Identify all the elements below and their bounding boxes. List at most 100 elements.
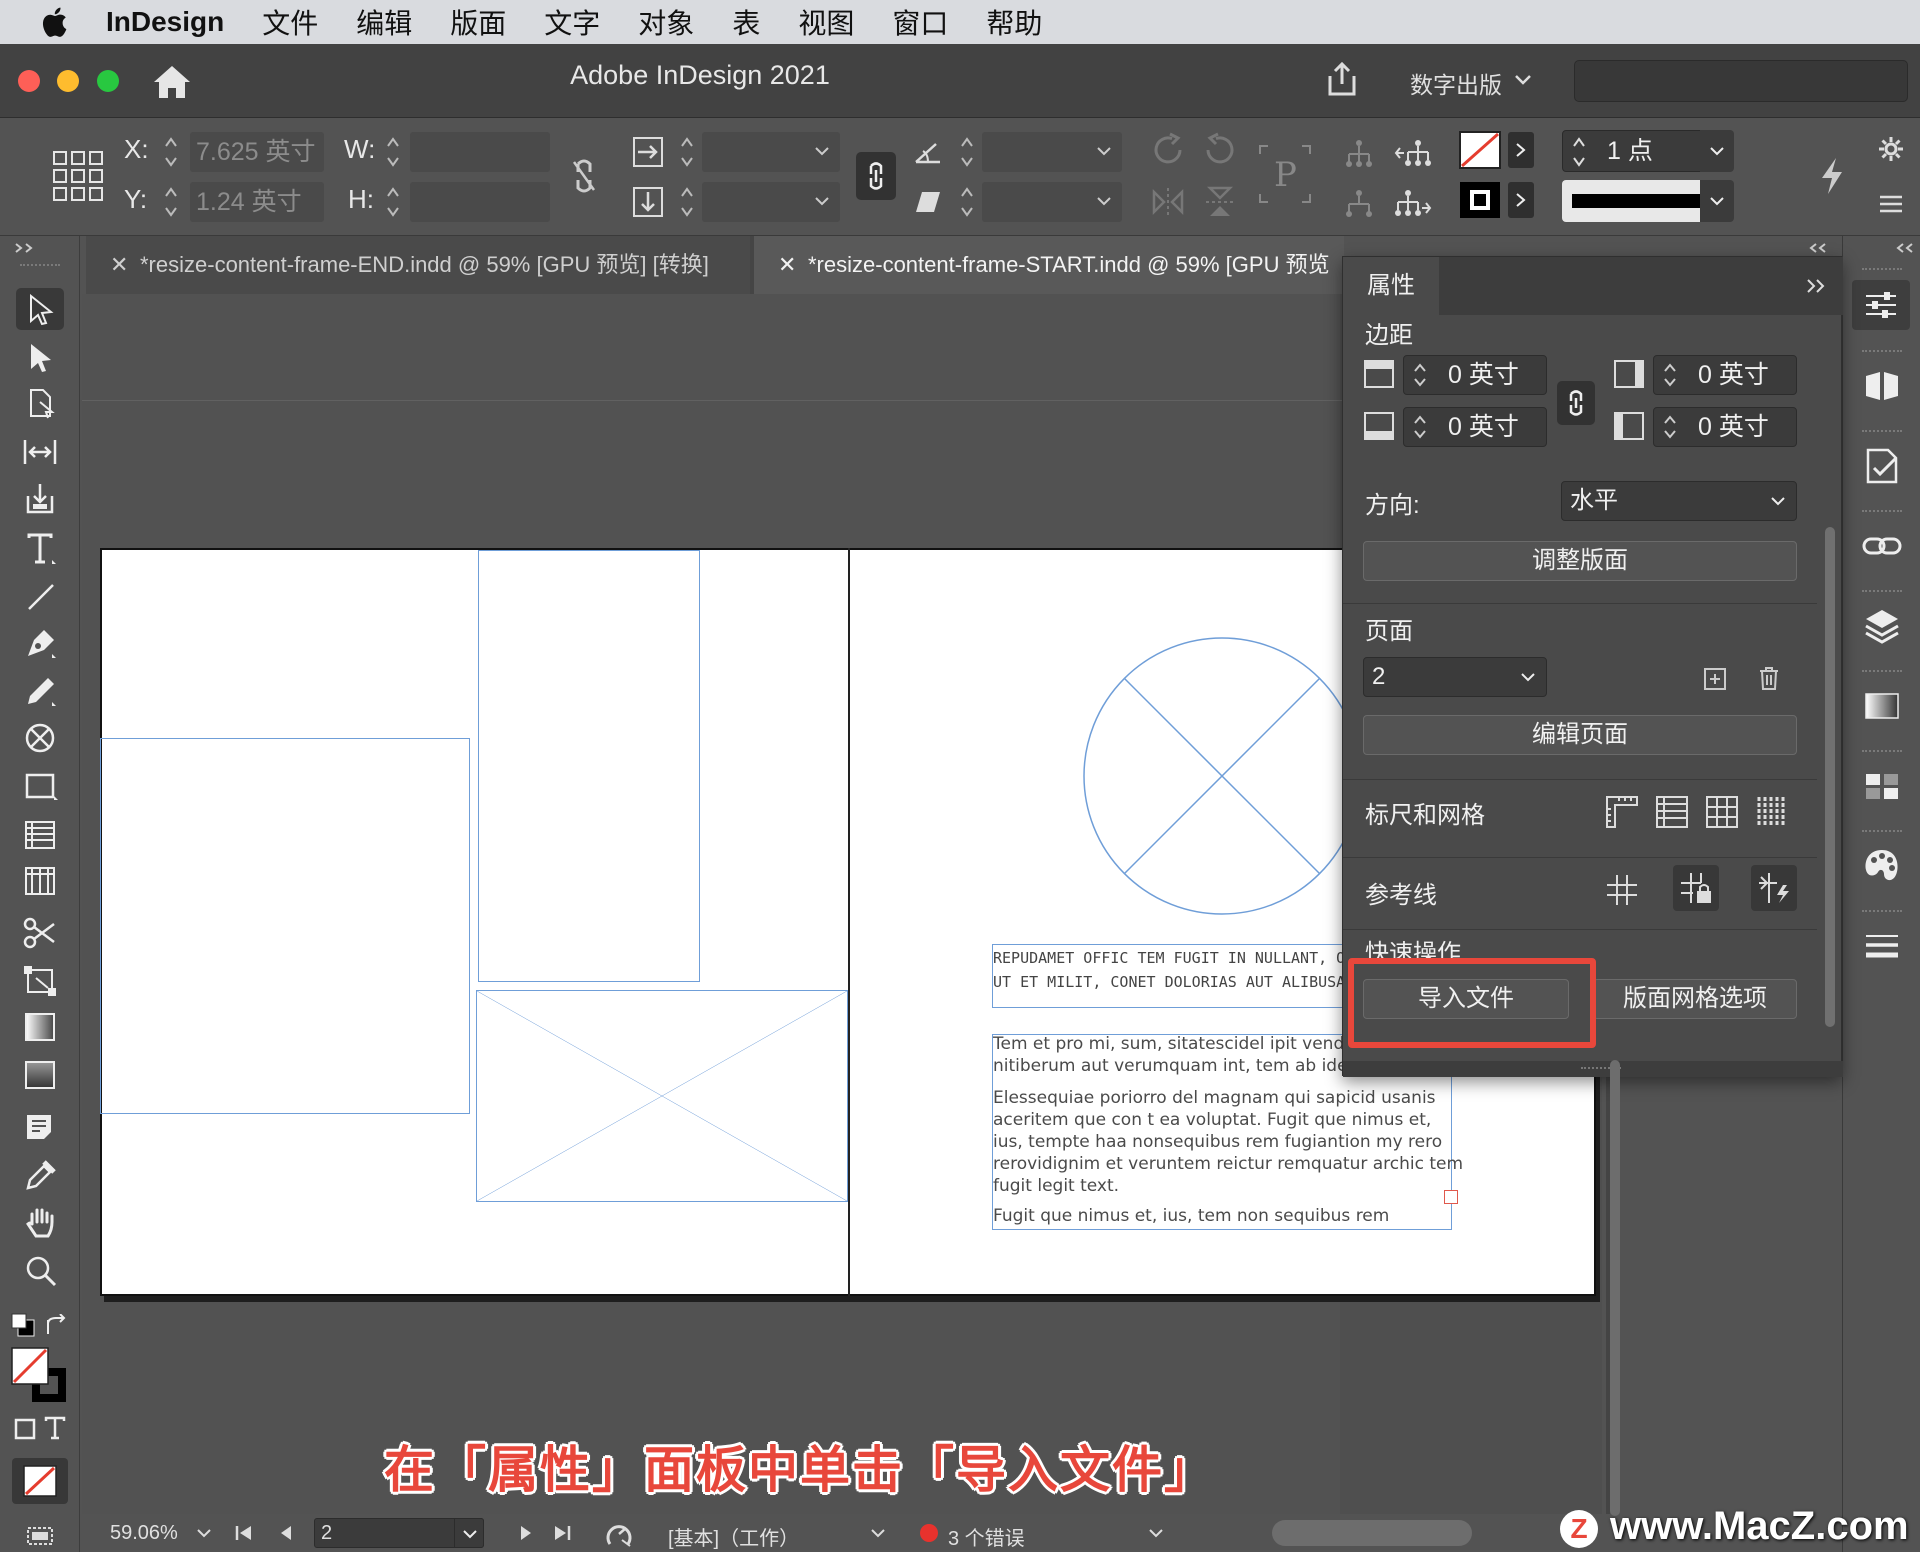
right-margin-stepper-icon[interactable] — [1663, 361, 1677, 389]
shear-angle-icon[interactable] — [914, 188, 942, 216]
select-container-icon[interactable] — [1344, 138, 1374, 168]
constrain-proportions-icon[interactable] — [568, 156, 600, 196]
stroke-swatch-black-icon[interactable] — [1458, 180, 1502, 220]
adjust-layout-button[interactable]: 调整版面 — [1363, 541, 1797, 581]
x-field[interactable]: 7.625 英寸 — [190, 132, 324, 172]
direct-selection-tool[interactable] — [16, 336, 64, 378]
collapse-panel-icon[interactable] — [1808, 242, 1828, 254]
links-panel-icon[interactable] — [1862, 526, 1902, 566]
scissors-tool[interactable] — [16, 912, 64, 954]
vertical-grid-tool[interactable] — [16, 860, 64, 902]
panel-grip[interactable] — [1862, 350, 1902, 354]
h-field[interactable] — [410, 182, 550, 222]
pencil-tool[interactable] — [16, 670, 64, 712]
panel-grip[interactable] — [1862, 910, 1902, 914]
last-page-icon[interactable] — [552, 1524, 572, 1542]
left-margin-stepper-icon[interactable] — [1663, 413, 1677, 441]
stroke-type-dropdown[interactable] — [1700, 180, 1734, 222]
gear-icon[interactable] — [1878, 136, 1904, 162]
panel-grip[interactable] — [1862, 430, 1902, 434]
y-stepper-icon[interactable] — [164, 184, 178, 220]
gap-tool[interactable] — [16, 430, 64, 472]
tab-resize-start[interactable]: ✕ *resize-content-frame-START.indd @ 59% … — [754, 236, 1344, 294]
screen-mode-icon[interactable] — [24, 1522, 56, 1548]
scale-x-stepper-icon[interactable] — [680, 134, 694, 170]
gradient-panel-icon[interactable] — [1862, 686, 1902, 726]
previous-page-icon[interactable] — [278, 1524, 294, 1542]
overset-text-icon[interactable] — [1444, 1190, 1458, 1204]
reference-point-icon[interactable] — [52, 150, 104, 202]
collapse-panel-icon[interactable] — [1805, 277, 1827, 295]
h-stepper-icon[interactable] — [386, 184, 400, 220]
image-placeholder-frame[interactable] — [476, 990, 848, 1202]
bottom-margin-stepper-icon[interactable] — [1413, 413, 1427, 441]
menu-edit[interactable]: 编辑 — [356, 2, 412, 42]
content-collector-tool[interactable] — [16, 476, 64, 518]
layout-grid-icon[interactable] — [1755, 795, 1789, 829]
rotate-stepper-icon[interactable] — [960, 134, 974, 170]
menu-view[interactable]: 视图 — [798, 2, 854, 42]
fill-swatch-none-icon[interactable] — [1458, 130, 1502, 170]
stroke-swatch-menu-button[interactable] — [1508, 182, 1534, 218]
fill-swatch-menu-button[interactable] — [1508, 132, 1534, 168]
vertical-scrollbar-thumb[interactable] — [1610, 1060, 1620, 1516]
top-margin-stepper-icon[interactable] — [1413, 361, 1427, 389]
shear-stepper-icon[interactable] — [960, 184, 974, 220]
menu-layout[interactable]: 版面 — [450, 2, 506, 42]
menu-object[interactable]: 对象 — [638, 2, 694, 42]
free-transform-tool[interactable] — [16, 960, 64, 1002]
page-select-dropdown[interactable]: 2 — [1363, 657, 1547, 697]
zoom-tool[interactable] — [16, 1250, 64, 1292]
panel-grip[interactable] — [1862, 670, 1902, 674]
w-stepper-icon[interactable] — [386, 134, 400, 170]
panel-grip[interactable] — [1862, 268, 1902, 272]
constrain-scale-button[interactable] — [856, 152, 896, 200]
chevron-down-icon[interactable] — [814, 146, 830, 156]
chevron-down-icon[interactable] — [1148, 1528, 1164, 1538]
share-icon[interactable] — [1322, 60, 1362, 100]
expand-toolbox-icon[interactable] — [14, 242, 38, 254]
document-grid-icon[interactable] — [1705, 795, 1739, 829]
swap-fill-stroke-icon[interactable] — [44, 1314, 68, 1338]
pen-tool[interactable] — [16, 622, 64, 664]
default-fill-stroke-icon[interactable] — [10, 1312, 36, 1338]
ellipse-placeholder-frame[interactable] — [1082, 636, 1362, 916]
apple-icon[interactable] — [38, 4, 74, 40]
select-previous-object-icon[interactable] — [1394, 138, 1432, 168]
panel-grip[interactable] — [1862, 750, 1902, 754]
error-count[interactable]: 3 个错误 — [948, 1522, 1025, 1551]
layers-panel-icon[interactable] — [1862, 606, 1902, 646]
rotate-counterclockwise-icon[interactable] — [1202, 132, 1238, 168]
eyedropper-tool[interactable] — [16, 1154, 64, 1196]
next-page-icon[interactable] — [518, 1524, 534, 1542]
menu-table[interactable]: 表 — [732, 2, 760, 42]
caps-text-frame[interactable]: REPUDAMET OFFIC TEM FUGIT IN NULLANT, OF… — [992, 944, 1354, 1008]
chevron-down-icon[interactable] — [1096, 146, 1112, 156]
empty-graphic-frame[interactable] — [100, 738, 470, 1114]
lock-guides-button[interactable] — [1673, 865, 1719, 911]
properties-tab[interactable]: 属性 — [1343, 257, 1439, 317]
chevron-down-icon[interactable] — [1096, 196, 1112, 206]
zoom-level[interactable]: 59.06% — [110, 1522, 178, 1545]
toolbox-grip[interactable] — [20, 264, 60, 268]
close-icon[interactable]: ✕ — [778, 236, 808, 294]
horizontal-scrollbar-thumb[interactable] — [1272, 1520, 1472, 1546]
hand-tool[interactable] — [16, 1202, 64, 1244]
make-margins-same-button[interactable] — [1557, 381, 1595, 425]
menu-file[interactable]: 文件 — [262, 2, 318, 42]
workspace-switcher[interactable]: 数字出版 — [1410, 66, 1502, 100]
page-tool[interactable] — [16, 382, 64, 424]
panel-grip[interactable] — [1862, 830, 1902, 834]
scale-y-icon[interactable] — [632, 186, 664, 218]
menu-type[interactable]: 文字 — [544, 2, 600, 42]
preflight-profile[interactable]: [基本]（工作） — [668, 1522, 799, 1551]
line-tool[interactable] — [16, 576, 64, 618]
flip-horizontal-icon[interactable] — [1150, 184, 1186, 220]
menu-app-name[interactable]: InDesign — [106, 6, 224, 38]
cc-libraries-icon[interactable] — [1862, 446, 1902, 486]
swatches-panel-icon[interactable] — [1862, 766, 1902, 806]
note-tool[interactable] — [16, 1106, 64, 1148]
selection-tool[interactable] — [16, 288, 64, 330]
menu-window[interactable]: 窗口 — [892, 2, 948, 42]
select-content-icon[interactable] — [1344, 188, 1374, 218]
